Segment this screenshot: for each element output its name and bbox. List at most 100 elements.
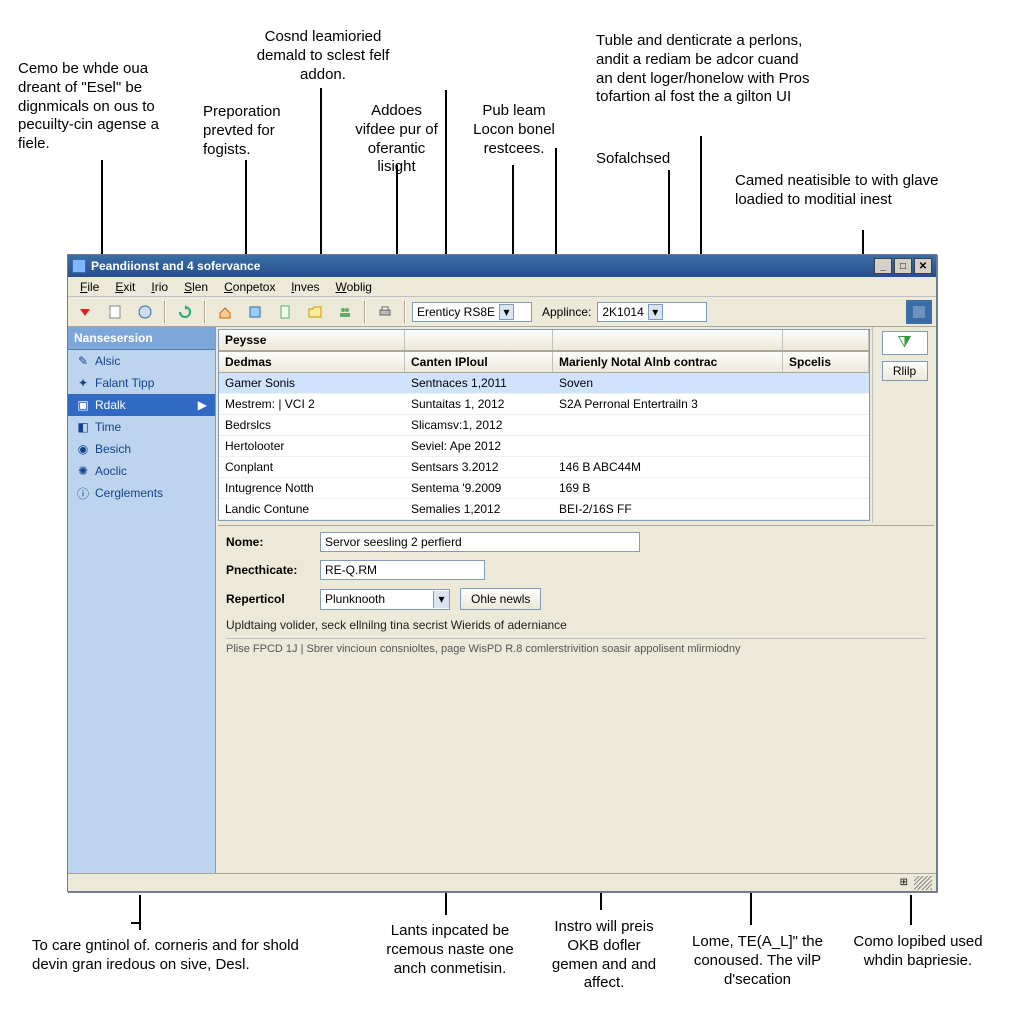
statusbar: ⊞ [68,873,936,891]
tb-sep [404,301,406,323]
combo-rep[interactable]: Plunknooth ▾ [320,589,450,610]
sidebar-item-alsic[interactable]: ✎Alsic [68,350,215,372]
aux-action-icon[interactable]: ⧩ [882,331,928,355]
minimize-button[interactable]: _ [874,258,892,274]
flag-icon: ▣ [76,398,90,412]
table-cell [783,436,869,456]
list-supercol[interactable] [783,330,869,350]
tb-refresh-icon[interactable] [172,300,198,324]
table-cell [783,415,869,435]
menu-exit[interactable]: Exit [107,277,143,296]
close-button[interactable]: ✕ [914,258,932,274]
dropdown-icon: ▾ [648,304,663,320]
sidebar-header: Nansesersion [68,327,215,350]
col-spcelis[interactable]: Spcelis [783,352,869,372]
menu-conpetox[interactable]: Conpetox [216,277,283,296]
list-view: Peysse Dedmas Canten IPloul Marienly Not… [218,329,870,521]
tb-sep [204,301,206,323]
callout-top-c: Cosnd leamioried demald to sclest felf a… [247,28,399,84]
sidebar-item-label: Alsic [95,354,120,368]
tb-people-icon[interactable] [332,300,358,324]
sidebar-item-falant[interactable]: ✦Falant Tipp [68,372,215,394]
menu-woblig[interactable]: Woblig [328,277,380,296]
table-cell: BEI-2/16S FF [553,499,783,519]
tb-combo-appliance-value: 2K1014 [602,305,643,319]
table-row[interactable]: Intugrence NotthSentema '9.2009169 B [219,478,869,499]
table-cell: Slicamsv:1, 2012 [405,415,553,435]
list-supercol[interactable] [405,330,553,350]
sidebar-item-label: Cerglements [95,486,163,500]
table-row[interactable]: Gamer SonisSentnaces 1,2011Soven [219,373,869,394]
table-cell: 146 B ABC44M [553,457,783,477]
sidebar-item-time[interactable]: ◧Time [68,416,215,438]
table-cell: Landic Contune [219,499,405,519]
maximize-button[interactable]: □ [894,258,912,274]
combo-rep-value: Plunknooth [325,592,385,606]
col-marienly[interactable]: Marienly Notal Alnb contrac [553,352,783,372]
table-row[interactable]: Mestrem: | VCI 2Suntaitas 1, 2012S2A Per… [219,394,869,415]
globe-icon: ◉ [76,442,90,456]
table-cell: Semalies 1,2012 [405,499,553,519]
app-icon [72,259,86,273]
tb-folder-icon[interactable] [302,300,328,324]
tb-doc-icon[interactable] [102,300,128,324]
sidebar-item-aoclic[interactable]: ✺ Aoclic [68,460,215,482]
table-cell [783,373,869,393]
callout-bot-d: Lome, TE(A_L]" the conoused. The vilP d'… [680,933,835,989]
tb-combo-entity[interactable]: Erenticy RS8E ▾ [412,302,532,322]
sidebar-item-label: Falant Tipp [95,376,154,390]
input-name[interactable] [320,532,640,552]
table-cell: Mestrem: | VCI 2 [219,394,405,414]
table-row[interactable]: BedrslcsSlicamsv:1, 2012 [219,415,869,436]
tb-home-icon[interactable] [212,300,238,324]
table-cell: Gamer Sonis [219,373,405,393]
callout-bot-e: Como lopibed used whdin bapriesie. [853,933,983,971]
clock-icon: ◧ [76,420,90,434]
tb-print-icon[interactable] [372,300,398,324]
menu-slen[interactable]: Slen [176,277,216,296]
sidebar-item-besich[interactable]: ◉Besich [68,438,215,460]
table-row[interactable]: ConplantSentsars 3.2012146 B ABC44M [219,457,869,478]
tb-book-icon[interactable] [242,300,268,324]
right-aux: ⧩ Rlilp [872,327,936,523]
menu-irio[interactable]: Irio [143,277,176,296]
sidebar-item-cerglements[interactable]: ⓘ Cerglements [68,482,215,504]
dropdown-icon: ▾ [433,591,449,608]
menu-inves[interactable]: lnves [283,277,327,296]
toolbar: Erenticy RS8E ▾ Applince: 2K1014 ▾ [68,297,936,327]
gear-icon: ✺ [76,464,90,478]
blank-area [216,663,936,873]
ohle-button[interactable]: Ohle newls [460,588,541,610]
tb-down-arrow-icon[interactable] [72,300,98,324]
table-row[interactable]: HertolooterSeviel: Ape 2012 [219,436,869,457]
help-button[interactable]: Rlilp [882,361,928,381]
callout-top-b: Preporation prevted for fogists. [203,103,298,159]
table-cell: Suntaitas 1, 2012 [405,394,553,414]
table-cell [553,436,783,456]
table-cell [553,415,783,435]
table-cell: Conplant [219,457,405,477]
table-cell: S2A Perronal Entertrailn 3 [553,394,783,414]
tb-globe-icon[interactable] [132,300,158,324]
sidebar-item-label: Aoclic [95,464,127,478]
table-row[interactable]: Landic ContuneSemalies 1,2012BEI-2/16S F… [219,499,869,520]
table-cell: Sentsars 3.2012 [405,457,553,477]
callout-top-g: Camed neatisible to with glave loadied t… [735,172,965,210]
table-cell [783,394,869,414]
tb-page-icon[interactable] [272,300,298,324]
toolbar-grip-icon[interactable] [906,300,932,324]
col-dedmas[interactable]: Dedmas [219,352,405,372]
menu-file[interactable]: File [72,277,107,296]
titlebar[interactable]: Peandiionst and 4 sofervance _ □ ✕ [68,255,936,277]
list-supercol[interactable] [553,330,783,350]
resize-grip-icon[interactable] [914,876,932,890]
col-canten[interactable]: Canten IPloul [405,352,553,372]
chevron-right-icon: ▶ [198,398,207,412]
info-icon: ⓘ [76,486,90,500]
input-pne[interactable] [320,560,485,580]
list-supercol[interactable]: Peysse [219,330,405,350]
menubar: File Exit Irio Slen Conpetox lnves Wobli… [68,277,936,297]
table-cell [783,457,869,477]
sidebar-item-rdalk[interactable]: ▣Rdalk▶ [68,394,215,416]
tb-combo-appliance[interactable]: 2K1014 ▾ [597,302,707,322]
